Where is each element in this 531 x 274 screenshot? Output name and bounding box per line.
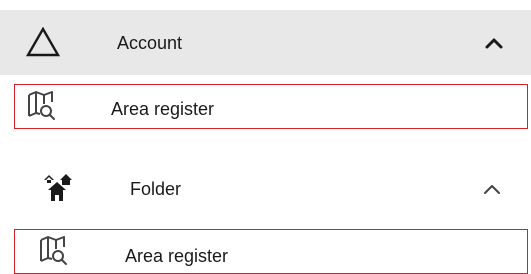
section-header-folder[interactable]: Folder xyxy=(0,163,531,215)
sidebar-item-label: Area register xyxy=(111,99,215,119)
section-header-account[interactable]: Account xyxy=(0,10,531,75)
map-search-icon xyxy=(26,90,58,129)
sidebar-item-area-register[interactable]: Area register xyxy=(14,229,528,274)
section-label-folder: Folder xyxy=(130,179,182,199)
triangle-icon xyxy=(25,26,61,62)
chevron-up-icon[interactable] xyxy=(484,36,504,55)
sidebar-item-label: Area register xyxy=(125,246,229,266)
map-search-icon xyxy=(38,235,70,274)
houses-icon xyxy=(40,171,74,208)
sidebar-item-area-register[interactable]: Area register xyxy=(14,84,528,129)
chevron-up-icon[interactable] xyxy=(482,182,502,201)
section-label-account: Account xyxy=(117,33,183,53)
